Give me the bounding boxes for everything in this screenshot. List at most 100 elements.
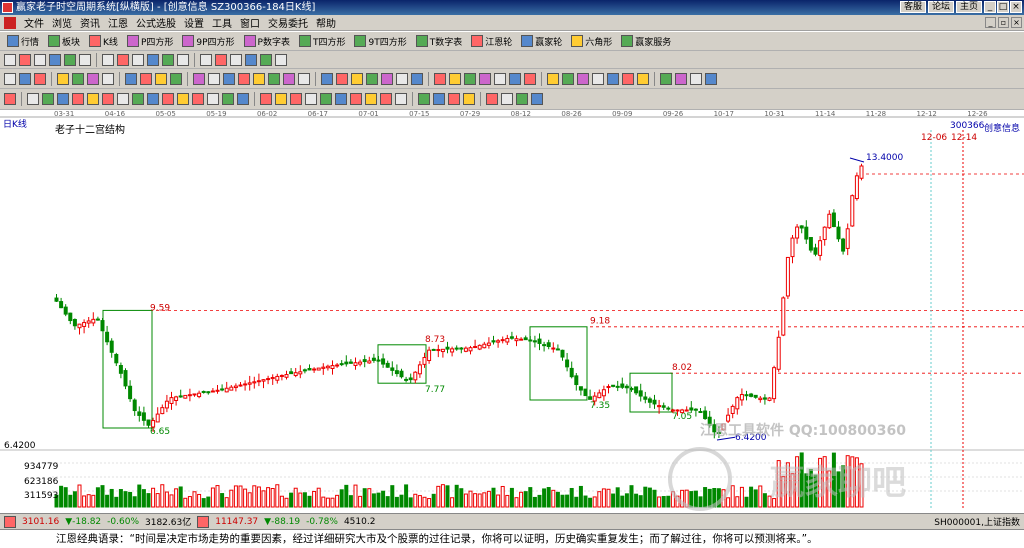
- close-button[interactable]: ×: [1010, 1, 1022, 13]
- tb2-tool-icon-6[interactable]: [102, 53, 114, 66]
- sector-button[interactable]: 板块: [45, 34, 83, 48]
- tb3-tool-icon-37[interactable]: [607, 72, 619, 85]
- tb3-tool-icon-34[interactable]: [562, 72, 574, 85]
- tb4-tool-icon-26[interactable]: [418, 93, 430, 105]
- tb3-tool-icon-21[interactable]: [351, 72, 363, 85]
- tb3-tool-icon-6[interactable]: [102, 72, 114, 85]
- tb3-tool-icon-14[interactable]: [238, 72, 250, 85]
- menu-gann[interactable]: 江恩: [104, 15, 132, 30]
- tb2-tool-icon-13[interactable]: [215, 53, 227, 66]
- tb4-tool-icon-21[interactable]: [335, 93, 347, 105]
- p-square-button[interactable]: P四方形: [124, 34, 176, 48]
- tb3-tool-icon-17[interactable]: [283, 72, 295, 85]
- menu-file[interactable]: 文件: [20, 15, 48, 30]
- tb3-tool-icon-0[interactable]: [4, 72, 16, 85]
- tb2-tool-icon-12[interactable]: [200, 53, 212, 66]
- menu-browse[interactable]: 浏览: [48, 15, 76, 30]
- tb4-tool-icon-14[interactable]: [222, 93, 234, 105]
- tb3-tool-icon-35[interactable]: [577, 72, 589, 85]
- t-square-button[interactable]: T四方形: [296, 34, 349, 48]
- tb3-tool-icon-23[interactable]: [381, 72, 393, 85]
- tb4-tool-icon-9[interactable]: [147, 93, 159, 105]
- tb4-tool-icon-27[interactable]: [433, 93, 445, 105]
- tb4-tool-icon-19[interactable]: [305, 93, 317, 105]
- tb3-tool-icon-9[interactable]: [155, 72, 167, 85]
- tb3-tool-icon-29[interactable]: [479, 72, 491, 85]
- menu-window[interactable]: 窗口: [236, 15, 264, 30]
- tb3-tool-icon-41[interactable]: [675, 72, 687, 85]
- tb3-tool-icon-27[interactable]: [449, 72, 461, 85]
- forum-link[interactable]: 论坛: [927, 1, 954, 13]
- maximize-button[interactable]: □: [997, 1, 1009, 13]
- tb3-tool-icon-7[interactable]: [125, 72, 137, 85]
- mdi-restore-button[interactable]: ▫: [998, 17, 1009, 28]
- tb3-tool-icon-32[interactable]: [524, 72, 536, 85]
- tb4-tool-icon-6[interactable]: [102, 93, 114, 105]
- tb3-tool-icon-36[interactable]: [592, 72, 604, 85]
- home-link[interactable]: 主页: [955, 1, 982, 13]
- tb2-tool-icon-1[interactable]: [19, 53, 31, 66]
- tb3-tool-icon-1[interactable]: [19, 72, 31, 85]
- menu-settings[interactable]: 设置: [180, 15, 208, 30]
- tb2-tool-icon-5[interactable]: [79, 53, 91, 66]
- tb2-tool-icon-0[interactable]: [4, 53, 16, 66]
- pn-table-button[interactable]: P数字表: [241, 34, 293, 48]
- tb4-tool-icon-25[interactable]: [395, 93, 407, 105]
- tb4-tool-icon-22[interactable]: [350, 93, 362, 105]
- menu-help[interactable]: 帮助: [312, 15, 340, 30]
- tb3-tool-icon-16[interactable]: [268, 72, 280, 85]
- tb3-tool-icon-24[interactable]: [396, 72, 408, 85]
- tb3-tool-icon-10[interactable]: [170, 72, 182, 85]
- tb3-tool-icon-28[interactable]: [464, 72, 476, 85]
- winner-wheel-button[interactable]: 赢家轮: [518, 34, 565, 48]
- menu-tools[interactable]: 工具: [208, 15, 236, 30]
- tb3-tool-icon-15[interactable]: [253, 72, 265, 85]
- tb2-tool-icon-11[interactable]: [177, 53, 189, 66]
- quote-button[interactable]: 行情: [4, 34, 42, 48]
- tb4-tool-icon-23[interactable]: [365, 93, 377, 105]
- tb4-tool-icon-16[interactable]: [260, 93, 272, 105]
- tb3-tool-icon-12[interactable]: [208, 72, 220, 85]
- gann-wheel-button[interactable]: 江恩轮: [468, 34, 515, 48]
- tb2-tool-icon-17[interactable]: [275, 53, 287, 66]
- tb4-tool-icon-33[interactable]: [531, 93, 543, 105]
- menu-formula[interactable]: 公式选股: [132, 15, 180, 30]
- tb4-tool-icon-29[interactable]: [463, 93, 475, 105]
- tb2-tool-icon-14[interactable]: [230, 53, 242, 66]
- minimize-button[interactable]: _: [984, 1, 996, 13]
- menu-info[interactable]: 资讯: [76, 15, 104, 30]
- tb3-tool-icon-3[interactable]: [57, 72, 69, 85]
- tb2-tool-icon-3[interactable]: [49, 53, 61, 66]
- tb3-tool-icon-11[interactable]: [193, 72, 205, 85]
- tb3-tool-icon-20[interactable]: [336, 72, 348, 85]
- tb4-tool-icon-12[interactable]: [192, 93, 204, 105]
- tb3-tool-icon-30[interactable]: [494, 72, 506, 85]
- 9t-square-button[interactable]: 9T四方形: [351, 34, 409, 48]
- tb3-tool-icon-40[interactable]: [660, 72, 672, 85]
- tb2-tool-icon-4[interactable]: [64, 53, 76, 66]
- chart-area[interactable]: 03-31 04-16 05-05 05-19 06-02 06-17 07-01 07-15…: [0, 110, 1024, 513]
- tb3-tool-icon-42[interactable]: [690, 72, 702, 85]
- tb4-tool-icon-7[interactable]: [117, 93, 129, 105]
- kline-button[interactable]: K线: [86, 34, 121, 48]
- service-link[interactable]: 客服: [899, 1, 926, 13]
- tb4-tool-icon-24[interactable]: [380, 93, 392, 105]
- tb3-tool-icon-43[interactable]: [705, 72, 717, 85]
- tb4-tool-icon-30[interactable]: [486, 93, 498, 105]
- tb2-tool-icon-2[interactable]: [34, 53, 46, 66]
- tb4-tool-icon-20[interactable]: [320, 93, 332, 105]
- tb4-tool-icon-5[interactable]: [87, 93, 99, 105]
- tb3-tool-icon-18[interactable]: [298, 72, 310, 85]
- tb4-tool-icon-8[interactable]: [132, 93, 144, 105]
- tb4-tool-icon-1[interactable]: [27, 93, 39, 105]
- tb3-tool-icon-5[interactable]: [87, 72, 99, 85]
- tb3-tool-icon-8[interactable]: [140, 72, 152, 85]
- index-selector[interactable]: SH000001,上证指数: [934, 515, 1020, 528]
- tb3-tool-icon-2[interactable]: [34, 72, 46, 85]
- tb4-tool-icon-11[interactable]: [177, 93, 189, 105]
- tb3-tool-icon-25[interactable]: [411, 72, 423, 85]
- tb3-tool-icon-33[interactable]: [547, 72, 559, 85]
- tb3-tool-icon-26[interactable]: [434, 72, 446, 85]
- tb4-tool-icon-15[interactable]: [237, 93, 249, 105]
- tb2-tool-icon-15[interactable]: [245, 53, 257, 66]
